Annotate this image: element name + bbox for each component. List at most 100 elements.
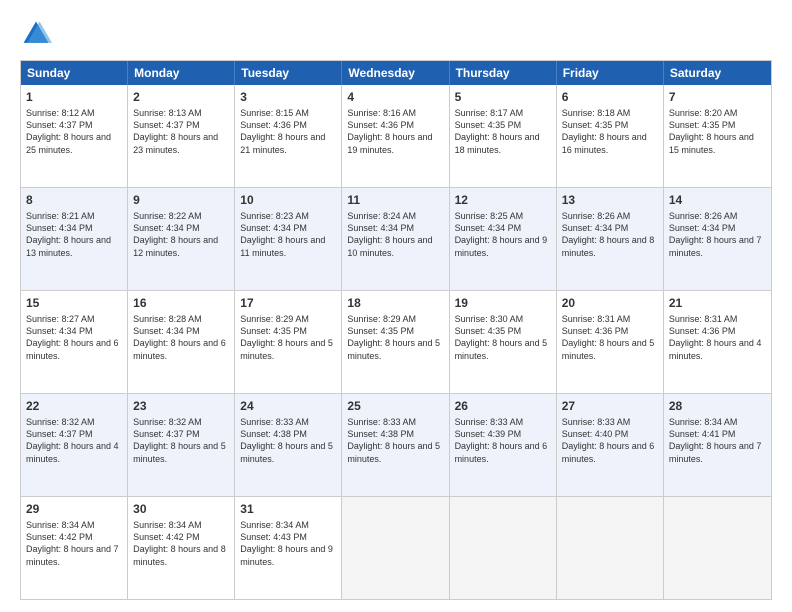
day-number: 21	[669, 295, 766, 311]
sunset-label: Sunset: 4:43 PM	[240, 532, 307, 542]
sunrise-label: Sunrise: 8:23 AM	[240, 211, 309, 221]
day-number: 12	[455, 192, 551, 208]
daylight-label: Daylight: 8 hours and 9 minutes.	[240, 544, 333, 566]
sunrise-label: Sunrise: 8:34 AM	[133, 520, 202, 530]
day-cell-21: 21Sunrise: 8:31 AMSunset: 4:36 PMDayligh…	[664, 291, 771, 393]
day-cell-12: 12Sunrise: 8:25 AMSunset: 4:34 PMDayligh…	[450, 188, 557, 290]
sunset-label: Sunset: 4:37 PM	[133, 120, 200, 130]
daylight-label: Daylight: 8 hours and 23 minutes.	[133, 132, 218, 154]
day-number: 2	[133, 89, 229, 105]
sunrise-label: Sunrise: 8:18 AM	[562, 108, 631, 118]
day-number: 7	[669, 89, 766, 105]
sunset-label: Sunset: 4:37 PM	[26, 429, 93, 439]
sunset-label: Sunset: 4:35 PM	[347, 326, 414, 336]
day-cell-19: 19Sunrise: 8:30 AMSunset: 4:35 PMDayligh…	[450, 291, 557, 393]
logo-icon	[20, 18, 52, 50]
sunrise-label: Sunrise: 8:29 AM	[240, 314, 309, 324]
sunrise-label: Sunrise: 8:32 AM	[26, 417, 95, 427]
day-cell-2: 2 Sunrise: 8:13 AM Sunset: 4:37 PM Daylight…	[128, 85, 235, 187]
day-cell-13: 13Sunrise: 8:26 AMSunset: 4:34 PMDayligh…	[557, 188, 664, 290]
day-number: 17	[240, 295, 336, 311]
daylight-label: Daylight: 8 hours and 4 minutes.	[669, 338, 762, 360]
sunset-label: Sunset: 4:34 PM	[455, 223, 522, 233]
day-cell-29: 29Sunrise: 8:34 AMSunset: 4:42 PMDayligh…	[21, 497, 128, 599]
day-number: 20	[562, 295, 658, 311]
daylight-label: Daylight: 8 hours and 11 minutes.	[240, 235, 325, 257]
sunset-label: Sunset: 4:34 PM	[669, 223, 736, 233]
day-cell-15: 15Sunrise: 8:27 AMSunset: 4:34 PMDayligh…	[21, 291, 128, 393]
sunset-label: Sunset: 4:41 PM	[669, 429, 736, 439]
calendar-body: 1 Sunrise: 8:12 AM Sunset: 4:37 PM Daylight…	[21, 85, 771, 599]
empty-cell-4-5	[557, 497, 664, 599]
day-number: 8	[26, 192, 122, 208]
calendar-header: SundayMondayTuesdayWednesdayThursdayFrid…	[21, 61, 771, 85]
day-number: 11	[347, 192, 443, 208]
sunset-label: Sunset: 4:34 PM	[240, 223, 307, 233]
sunrise-label: Sunrise: 8:16 AM	[347, 108, 416, 118]
empty-cell-4-4	[450, 497, 557, 599]
day-cell-27: 27Sunrise: 8:33 AMSunset: 4:40 PMDayligh…	[557, 394, 664, 496]
day-number: 3	[240, 89, 336, 105]
sunset-label: Sunset: 4:37 PM	[26, 120, 93, 130]
daylight-label: Daylight: 8 hours and 21 minutes.	[240, 132, 325, 154]
day-number: 22	[26, 398, 122, 414]
day-cell-5: 5Sunrise: 8:17 AMSunset: 4:35 PMDaylight…	[450, 85, 557, 187]
day-number: 14	[669, 192, 766, 208]
daylight-label: Daylight: 8 hours and 5 minutes.	[347, 338, 440, 360]
calendar-row-1: 1 Sunrise: 8:12 AM Sunset: 4:37 PM Daylight…	[21, 85, 771, 187]
header-day-friday: Friday	[557, 61, 664, 85]
daylight-label: Daylight: 8 hours and 13 minutes.	[26, 235, 111, 257]
daylight-label: Daylight: 8 hours and 7 minutes.	[669, 441, 762, 463]
daylight-label: Daylight: 8 hours and 5 minutes.	[133, 441, 226, 463]
sunset-label: Sunset: 4:34 PM	[133, 223, 200, 233]
daylight-label: Daylight: 8 hours and 9 minutes.	[455, 235, 548, 257]
header-day-tuesday: Tuesday	[235, 61, 342, 85]
sunrise-label: Sunrise: 8:20 AM	[669, 108, 738, 118]
day-cell-7: 7Sunrise: 8:20 AMSunset: 4:35 PMDaylight…	[664, 85, 771, 187]
sunset-label: Sunset: 4:37 PM	[133, 429, 200, 439]
day-cell-20: 20Sunrise: 8:31 AMSunset: 4:36 PMDayligh…	[557, 291, 664, 393]
sunrise-label: Sunrise: 8:15 AM	[240, 108, 309, 118]
sunrise-label: Sunrise: 8:34 AM	[669, 417, 738, 427]
day-cell-18: 18Sunrise: 8:29 AMSunset: 4:35 PMDayligh…	[342, 291, 449, 393]
day-cell-23: 23Sunrise: 8:32 AMSunset: 4:37 PMDayligh…	[128, 394, 235, 496]
day-cell-1: 1Sunrise: 8:12 AMSunset: 4:37 PMDaylight…	[21, 85, 128, 187]
day-number: 30	[133, 501, 229, 517]
day-number: 24	[240, 398, 336, 414]
day-number: 28	[669, 398, 766, 414]
day-number: 5	[455, 89, 551, 105]
sunset-label: Sunset: 4:36 PM	[347, 120, 414, 130]
sunrise-label: Sunrise: 8:34 AM	[26, 520, 95, 530]
daylight-label: Daylight: 8 hours and 19 minutes.	[347, 132, 432, 154]
calendar-row-5: 29Sunrise: 8:34 AMSunset: 4:42 PMDayligh…	[21, 496, 771, 599]
day-cell-28: 28 Sunrise: 8:34 AM Sunset: 4:41 PM Dayligh…	[664, 394, 771, 496]
sunset-label: Sunset: 4:35 PM	[455, 326, 522, 336]
daylight-label: Daylight: 8 hours and 10 minutes.	[347, 235, 432, 257]
day-number: 4	[347, 89, 443, 105]
sunrise-label: Sunrise: 8:26 AM	[562, 211, 631, 221]
sunrise-label: Sunrise: 8:33 AM	[347, 417, 416, 427]
sunrise-label: Sunrise: 8:12 AM	[26, 108, 95, 118]
day-number: 9	[133, 192, 229, 208]
sunset-label: Sunset: 4:34 PM	[133, 326, 200, 336]
day-number: 26	[455, 398, 551, 414]
sunrise-label: Sunrise: 8:33 AM	[562, 417, 631, 427]
sunrise-label: Sunrise: 8:28 AM	[133, 314, 202, 324]
day-cell-16: 16Sunrise: 8:28 AMSunset: 4:34 PMDayligh…	[128, 291, 235, 393]
calendar: SundayMondayTuesdayWednesdayThursdayFrid…	[20, 60, 772, 600]
sunrise-label: Sunrise: 8:13 AM	[133, 108, 202, 118]
sunset-label: Sunset: 4:34 PM	[347, 223, 414, 233]
page: SundayMondayTuesdayWednesdayThursdayFrid…	[0, 0, 792, 612]
sunset-label: Sunset: 4:34 PM	[562, 223, 629, 233]
sunset-label: Sunset: 4:42 PM	[133, 532, 200, 542]
sunrise-label: Sunrise: 8:31 AM	[669, 314, 738, 324]
day-number: 1	[26, 89, 122, 105]
sunrise-label: Sunrise: 8:31 AM	[562, 314, 631, 324]
sunset-label: Sunset: 4:35 PM	[240, 326, 307, 336]
day-cell-11: 11Sunrise: 8:24 AMSunset: 4:34 PMDayligh…	[342, 188, 449, 290]
day-cell-30: 30Sunrise: 8:34 AMSunset: 4:42 PMDayligh…	[128, 497, 235, 599]
daylight-label: Daylight: 8 hours and 6 minutes.	[133, 338, 226, 360]
sunrise-label: Sunrise: 8:32 AM	[133, 417, 202, 427]
logo	[20, 18, 56, 50]
sunset-label: Sunset: 4:35 PM	[669, 120, 736, 130]
